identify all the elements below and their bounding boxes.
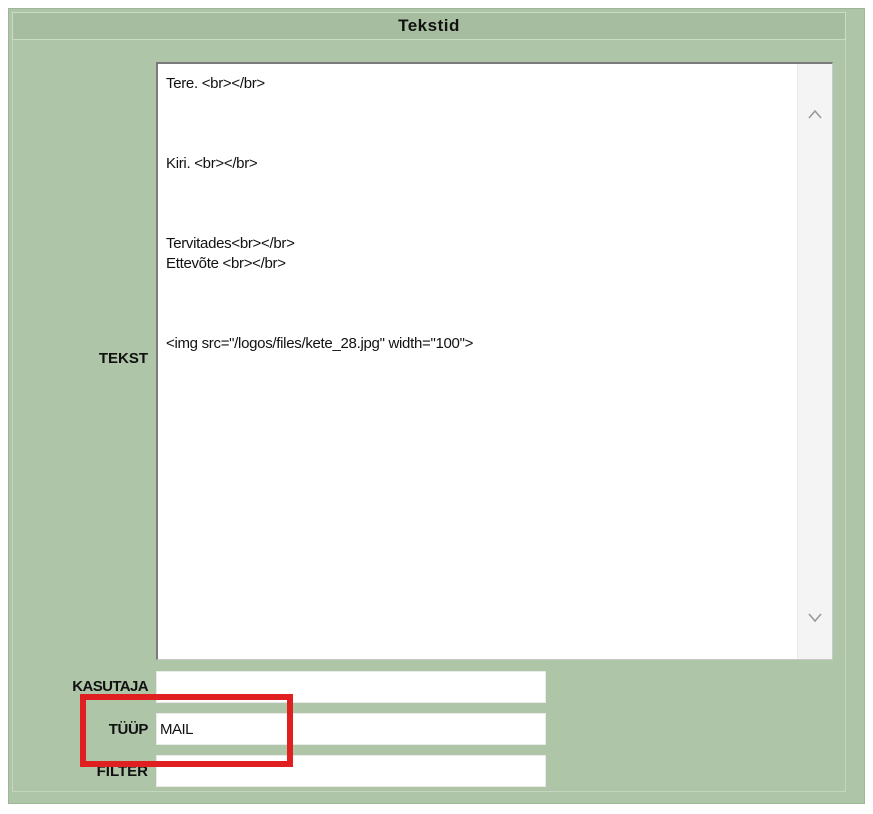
text-line [166, 174, 792, 194]
tekst-content: Tere. <br></br> Kiri. <br></br> Tervitad… [166, 74, 792, 354]
text-line: Tervitades<br></br> [166, 235, 295, 252]
tekst-label: TEKST [98, 350, 148, 367]
panel-title: Tekstid [12, 12, 846, 40]
chevron-down-icon[interactable] [808, 610, 822, 624]
text-line [166, 214, 792, 234]
text-line: Kiri. <br></br> [166, 155, 258, 172]
text-line [166, 94, 792, 114]
text-line: Tere. <br></br> [166, 75, 265, 92]
text-line [166, 314, 792, 334]
text-line: Ettevõte <br></br> [166, 255, 286, 272]
kasutaja-label: KASUTAJA [72, 678, 148, 695]
chevron-up-icon[interactable] [808, 108, 822, 122]
text-line [166, 114, 792, 134]
text-line [166, 194, 792, 214]
text-line: <img src="/logos/files/kete_28.jpg" widt… [166, 335, 474, 352]
text-line [166, 294, 792, 314]
textarea-scrollbar[interactable] [797, 64, 832, 659]
tekst-textarea[interactable]: Tere. <br></br> Kiri. <br></br> Tervitad… [156, 62, 833, 660]
text-line [166, 134, 792, 154]
highlight-annotation [80, 694, 293, 767]
text-line [166, 274, 792, 294]
